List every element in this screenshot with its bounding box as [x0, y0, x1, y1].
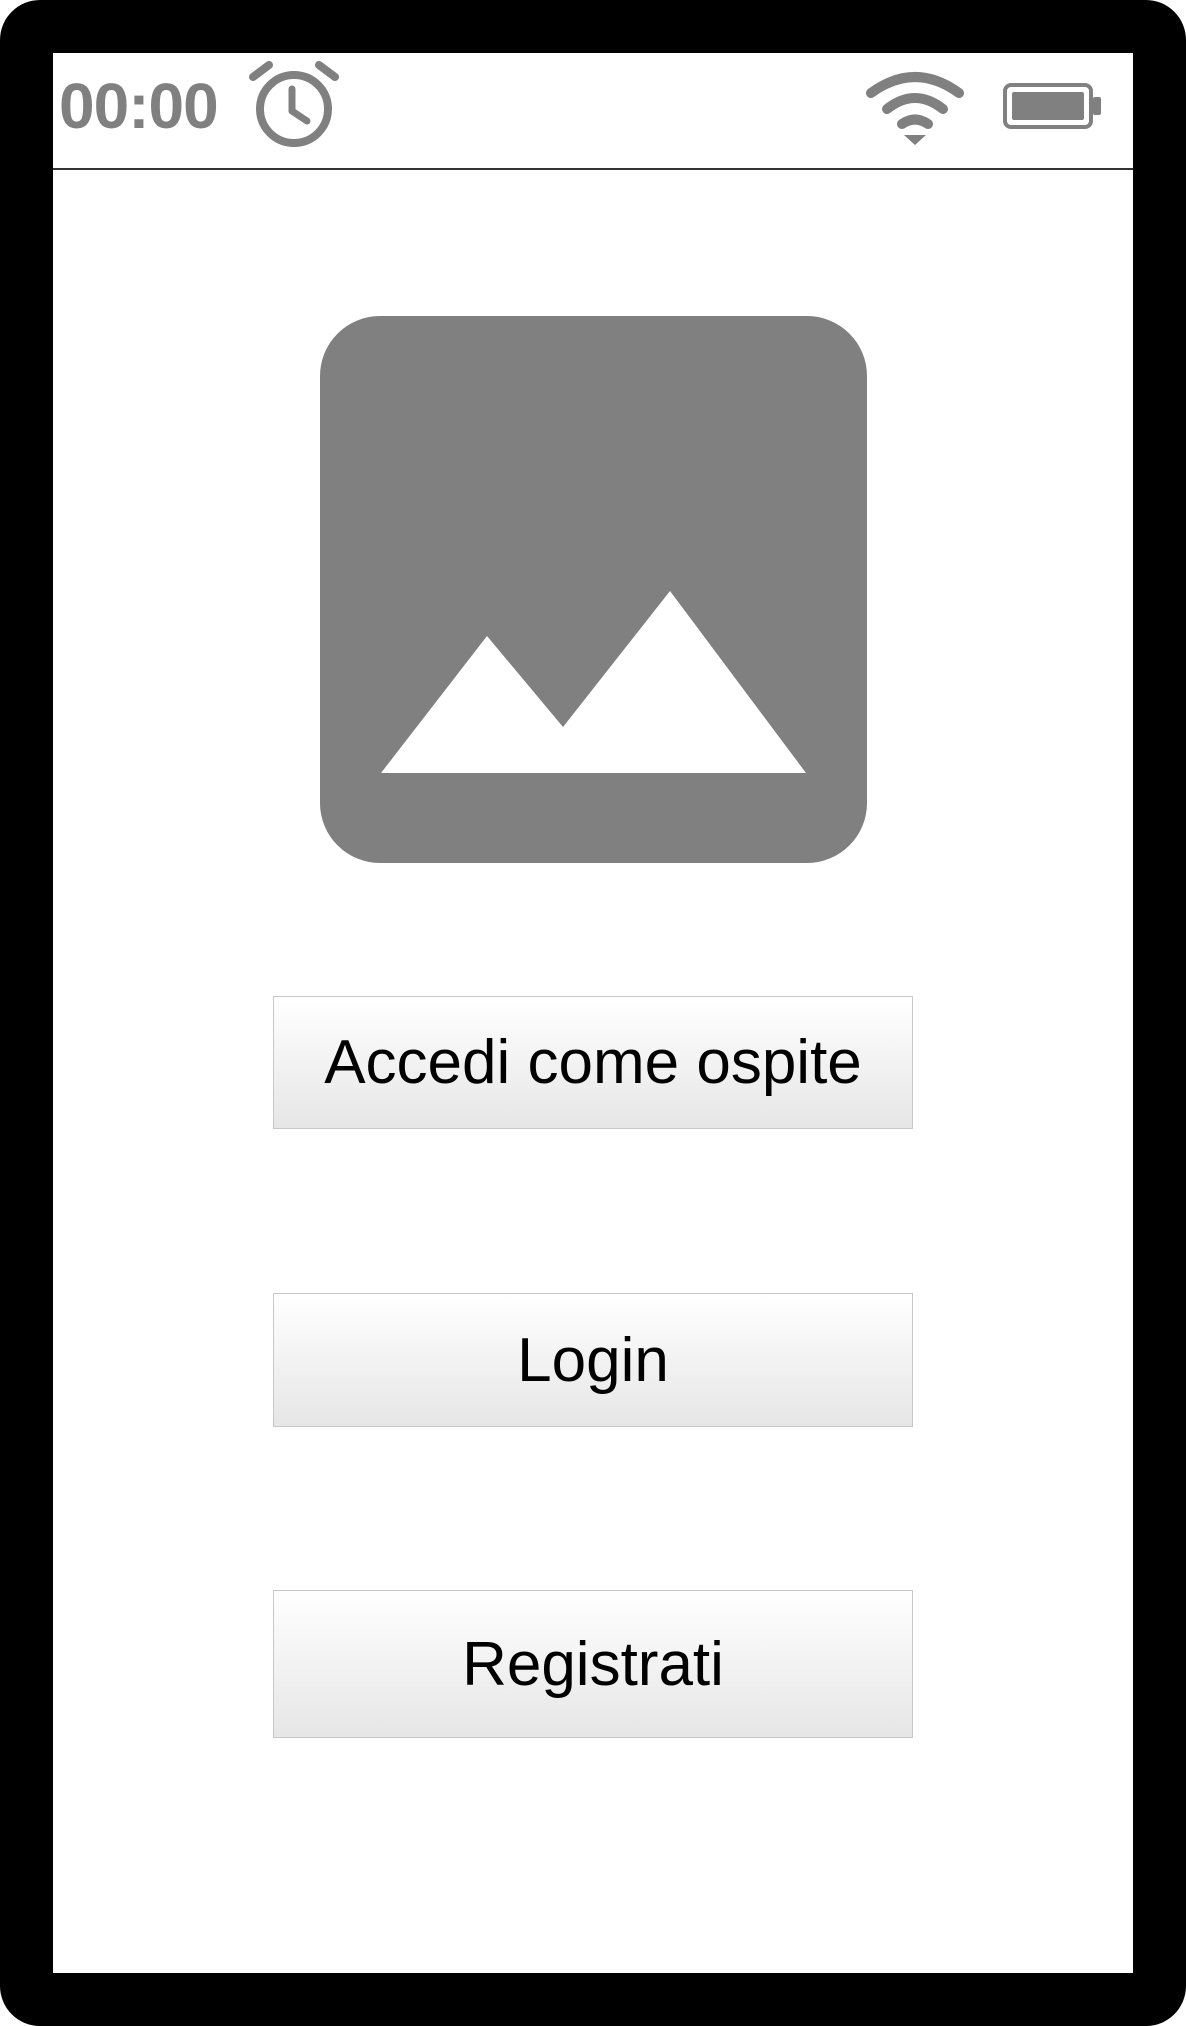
battery-full-icon: [1003, 83, 1101, 129]
register-button[interactable]: Registrati: [273, 1590, 913, 1738]
guest-access-button[interactable]: Accedi come ospite: [273, 996, 913, 1129]
wifi-icon: [866, 72, 964, 145]
status-time: 00:00: [59, 70, 219, 142]
status-bar: 00:00: [53, 53, 1133, 170]
phone-frame: 00:00 Accedi come ospite Login Registrat…: [0, 0, 1186, 2026]
alarm-clock-icon: [249, 61, 339, 147]
phone-screen: 00:00 Accedi come ospite Login Registrat…: [53, 53, 1133, 1973]
login-button[interactable]: Login: [273, 1293, 913, 1427]
image-placeholder-icon: [320, 316, 867, 863]
